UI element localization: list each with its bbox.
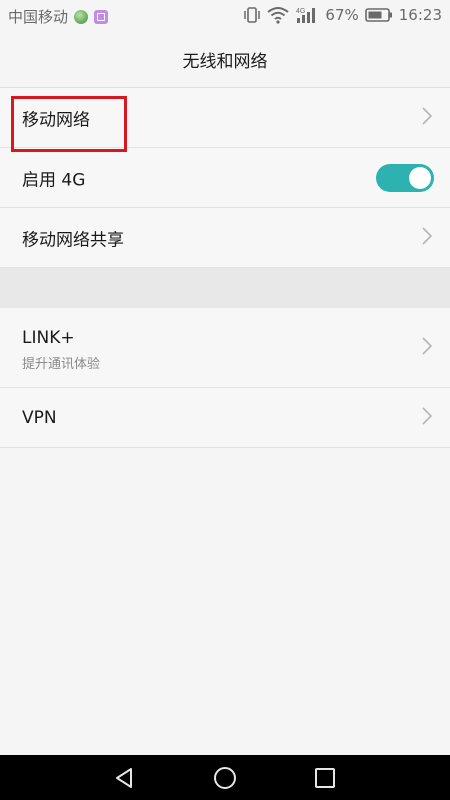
settings-item-enable-4g: 启用 4G [0, 148, 450, 208]
page-title: 无线和网络 [182, 52, 268, 72]
status-bar-right: 4G 67% 16:23 [243, 6, 442, 24]
highlight-annotation [11, 96, 127, 152]
carrier-name: 中国移动 [8, 8, 69, 26]
vibrate-icon [243, 6, 261, 24]
chevron-right-icon [422, 336, 433, 359]
enable-4g-toggle[interactable] [376, 163, 434, 192]
toggle-knob [409, 166, 431, 189]
status-bar-left: 中国移动 [8, 6, 109, 27]
app-notification-icon [74, 9, 89, 24]
battery-percent: 67% [325, 6, 359, 24]
settings-item-vpn[interactable]: VPN [0, 388, 450, 448]
home-icon[interactable] [213, 766, 237, 790]
settings-item-label: LINK+ [22, 328, 75, 348]
settings-item-link-plus[interactable]: LINK+ 提升通讯体验 [0, 308, 450, 388]
status-bar: 中国移动 4G 67% 16:23 [0, 0, 450, 32]
screen: 中国移动 4G 67% 16:23 无线和网络 移动网络 启用 4G 移动网络共… [0, 0, 450, 800]
navigation-bar [0, 755, 450, 800]
page-title-bar: 无线和网络 [0, 32, 450, 88]
gallery-notification-icon [94, 9, 109, 24]
settings-item-tethering[interactable]: 移动网络共享 [0, 208, 450, 268]
chevron-right-icon [422, 226, 433, 249]
settings-list: 移动网络 启用 4G 移动网络共享 [0, 88, 450, 268]
network-type-label: 4G [296, 8, 305, 15]
back-icon[interactable] [112, 766, 136, 790]
recents-icon[interactable] [313, 766, 337, 790]
signal-icon: 4G [295, 6, 319, 24]
clock: 16:23 [398, 6, 442, 24]
section-divider [0, 268, 450, 308]
settings-item-label: VPN [22, 407, 57, 428]
chevron-right-icon [422, 106, 433, 129]
wifi-icon [267, 6, 290, 24]
chevron-right-icon [422, 406, 433, 429]
battery-icon [364, 7, 393, 23]
settings-list-2: LINK+ 提升通讯体验 VPN [0, 308, 450, 448]
settings-item-sublabel: 提升通讯体验 [22, 357, 101, 372]
settings-item-label: 启用 4G [22, 170, 86, 190]
settings-item-label: 移动网络共享 [22, 230, 124, 250]
